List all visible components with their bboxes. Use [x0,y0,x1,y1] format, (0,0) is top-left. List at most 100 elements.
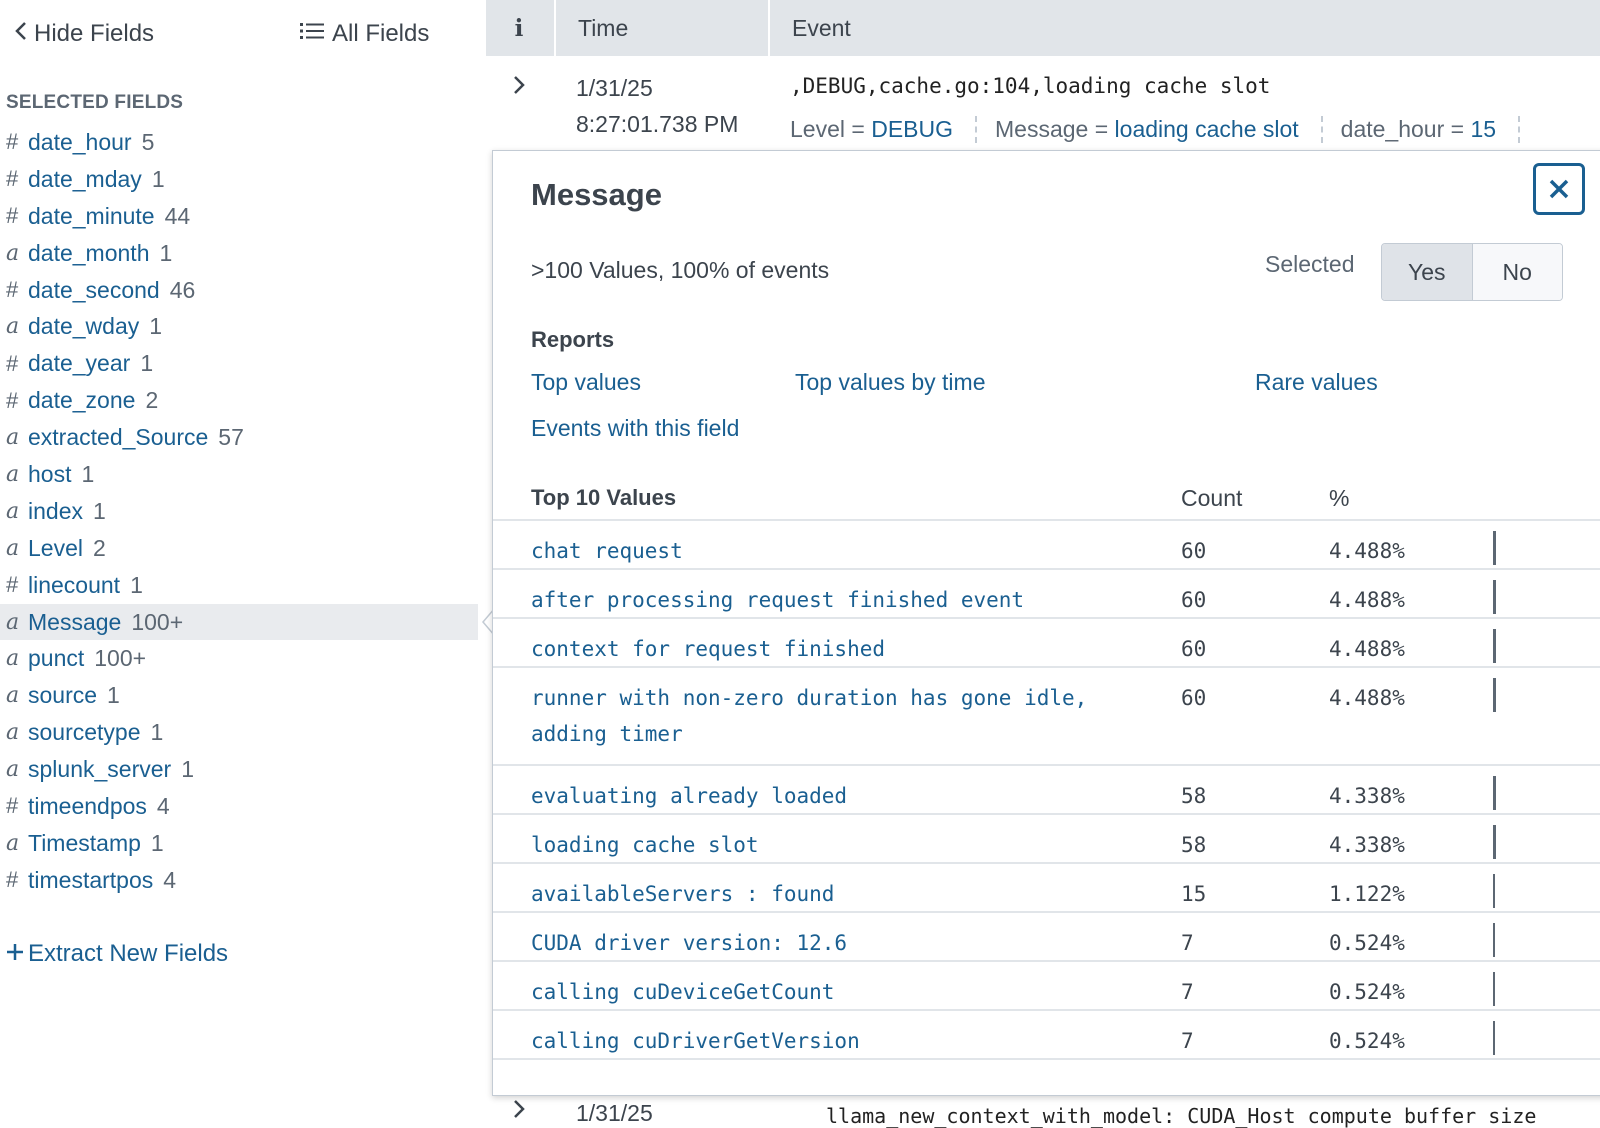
top-value-count: 60 [1181,637,1207,661]
field-name[interactable]: index [28,498,83,525]
field-value[interactable]: loading cache slot [1115,116,1299,142]
top-value-row[interactable]: after processing request finished event 6… [493,568,1600,617]
numeric-field-icon: # [6,203,19,229]
field-item-message[interactable]: a Message 100+ [0,603,478,641]
field-item-date-month[interactable]: a date_month 1 [0,235,478,272]
hide-fields-button[interactable]: Hide Fields [14,20,154,48]
field-name[interactable]: sourcetype [28,719,141,746]
top-value-name[interactable]: availableServers : found [531,876,1121,912]
field-name[interactable]: Level [28,535,83,562]
top-value-row[interactable]: evaluating already loaded 58 4.338% [493,764,1600,813]
field-value-count: 1 [81,460,95,487]
field-name[interactable]: host [28,461,71,488]
numeric-field-icon: # [6,572,19,598]
top-value-row[interactable]: calling cuDeviceGetCount 7 0.524% [493,960,1600,1009]
field-name[interactable]: punct [28,645,84,672]
expand-row-chevron-icon[interactable] [512,1098,526,1127]
top-value-row[interactable]: CUDA driver version: 12.6 7 0.524% [493,911,1600,960]
top-value-bar-fill [1493,972,1494,1006]
field-name[interactable]: splunk_server [28,756,171,783]
field-name[interactable]: Timestamp [28,830,141,857]
event-field-message[interactable]: Message = loading cache slot [995,116,1323,143]
top-value-bar-fill [1493,678,1496,712]
field-item-linecount[interactable]: # linecount 1 [0,567,478,604]
field-item-date-mday[interactable]: # date_mday 1 [0,161,478,198]
top-value-name[interactable]: calling cuDriverGetVersion [531,1023,1121,1059]
top-value-row[interactable]: calling cuDriverGetVersion 7 0.524% [493,1009,1600,1060]
top-value-name[interactable]: context for request finished [531,631,1121,667]
field-item-date-year[interactable]: # date_year 1 [0,345,478,382]
top-value-name[interactable]: loading cache slot [531,827,1121,863]
field-name[interactable]: extracted_Source [28,424,208,451]
field-item-host[interactable]: a host 1 [0,456,478,493]
extract-new-fields-link[interactable]: Extract New Fields [6,940,228,968]
field-item-sourcetype[interactable]: a sourcetype 1 [0,714,478,751]
field-value[interactable]: 15 [1470,116,1496,142]
top-value-name[interactable]: after processing request finished event [531,582,1121,618]
numeric-field-icon: # [6,277,19,302]
string-field-icon: a [6,425,20,451]
top-value-row[interactable]: chat request 60 4.488% [493,519,1600,568]
top-values-by-time-link[interactable]: Top values by time [795,369,985,396]
field-item-extracted-source[interactable]: a extracted_Source 57 [0,419,478,456]
events-with-field-link[interactable]: Events with this field [531,415,739,442]
all-fields-button[interactable]: All Fields [300,20,429,48]
numeric-field-icon: # [6,793,19,819]
top-value-percent: 4.338% [1329,833,1405,857]
top-value-name[interactable]: calling cuDeviceGetCount [531,974,1121,1010]
expand-row-chevron-icon[interactable] [512,72,526,103]
field-item-level[interactable]: a Level 2 [0,530,478,567]
field-name[interactable]: date_minute [28,203,155,230]
field-name[interactable]: date_mday [28,166,142,193]
field-item-date-second[interactable]: # date_second 46 [0,272,478,309]
event-field-level[interactable]: Level = DEBUG [790,116,977,143]
field-name[interactable]: date_second [28,277,160,304]
selected-no-button[interactable]: No [1472,244,1562,300]
field-item-timeendpos[interactable]: # timeendpos 4 [0,788,478,825]
top-value-bar-fill [1493,825,1496,859]
field-item-date-minute[interactable]: # date_minute 44 [0,198,478,235]
field-value[interactable]: DEBUG [871,116,953,142]
field-name[interactable]: linecount [28,572,120,599]
top-value-name[interactable]: CUDA driver version: 12.6 [531,925,1121,961]
top-value-row[interactable]: loading cache slot 58 4.338% [493,813,1600,862]
field-item-date-hour[interactable]: # date_hour 5 [0,124,478,161]
field-name[interactable]: Message [28,609,121,636]
field-item-date-zone[interactable]: # date_zone 2 [0,382,478,419]
top-value-bar [1493,825,1553,859]
top-value-name[interactable]: runner with non-zero duration has gone i… [531,680,1121,752]
field-name[interactable]: date_month [28,240,149,267]
field-value-count: 1 [159,239,173,266]
field-item-date-wday[interactable]: a date_wday 1 [0,308,478,345]
field-name[interactable]: source [28,682,97,709]
column-header-time[interactable]: Time [554,0,778,56]
field-item-timestamp[interactable]: a Timestamp 1 [0,825,478,862]
top-value-count: 7 [1181,1029,1194,1053]
top-value-row[interactable]: runner with non-zero duration has gone i… [493,666,1600,764]
close-button[interactable] [1533,163,1585,215]
field-item-source[interactable]: a source 1 [0,677,478,714]
field-name[interactable]: date_zone [28,387,135,414]
field-name[interactable]: date_year [28,350,130,377]
top-value-name[interactable]: evaluating already loaded [531,778,1121,814]
top-value-bar [1493,874,1553,908]
string-field-icon: a [6,720,20,746]
top-value-name[interactable]: chat request [531,533,1121,569]
field-name[interactable]: date_hour [28,129,132,156]
field-name[interactable]: date_wday [28,313,139,340]
plus-icon [6,940,24,968]
column-header-event[interactable]: Event [768,0,851,56]
top-value-row[interactable]: context for request finished 60 4.488% [493,617,1600,666]
field-item-splunk-server[interactable]: a splunk_server 1 [0,751,478,788]
field-name[interactable]: timestartpos [28,867,153,894]
column-header-info[interactable]: i [486,0,552,56]
field-name[interactable]: timeendpos [28,793,147,820]
field-item-index[interactable]: a index 1 [0,493,478,530]
field-item-timestartpos[interactable]: # timestartpos 4 [0,862,478,899]
rare-values-link[interactable]: Rare values [1255,369,1378,396]
field-item-punct[interactable]: a punct 100+ [0,640,478,677]
top-value-row[interactable]: availableServers : found 15 1.122% [493,862,1600,911]
selected-yes-button[interactable]: Yes [1382,244,1473,300]
top-values-link[interactable]: Top values [531,369,641,396]
event-field-date-hour[interactable]: date_hour = 15 [1341,116,1521,143]
